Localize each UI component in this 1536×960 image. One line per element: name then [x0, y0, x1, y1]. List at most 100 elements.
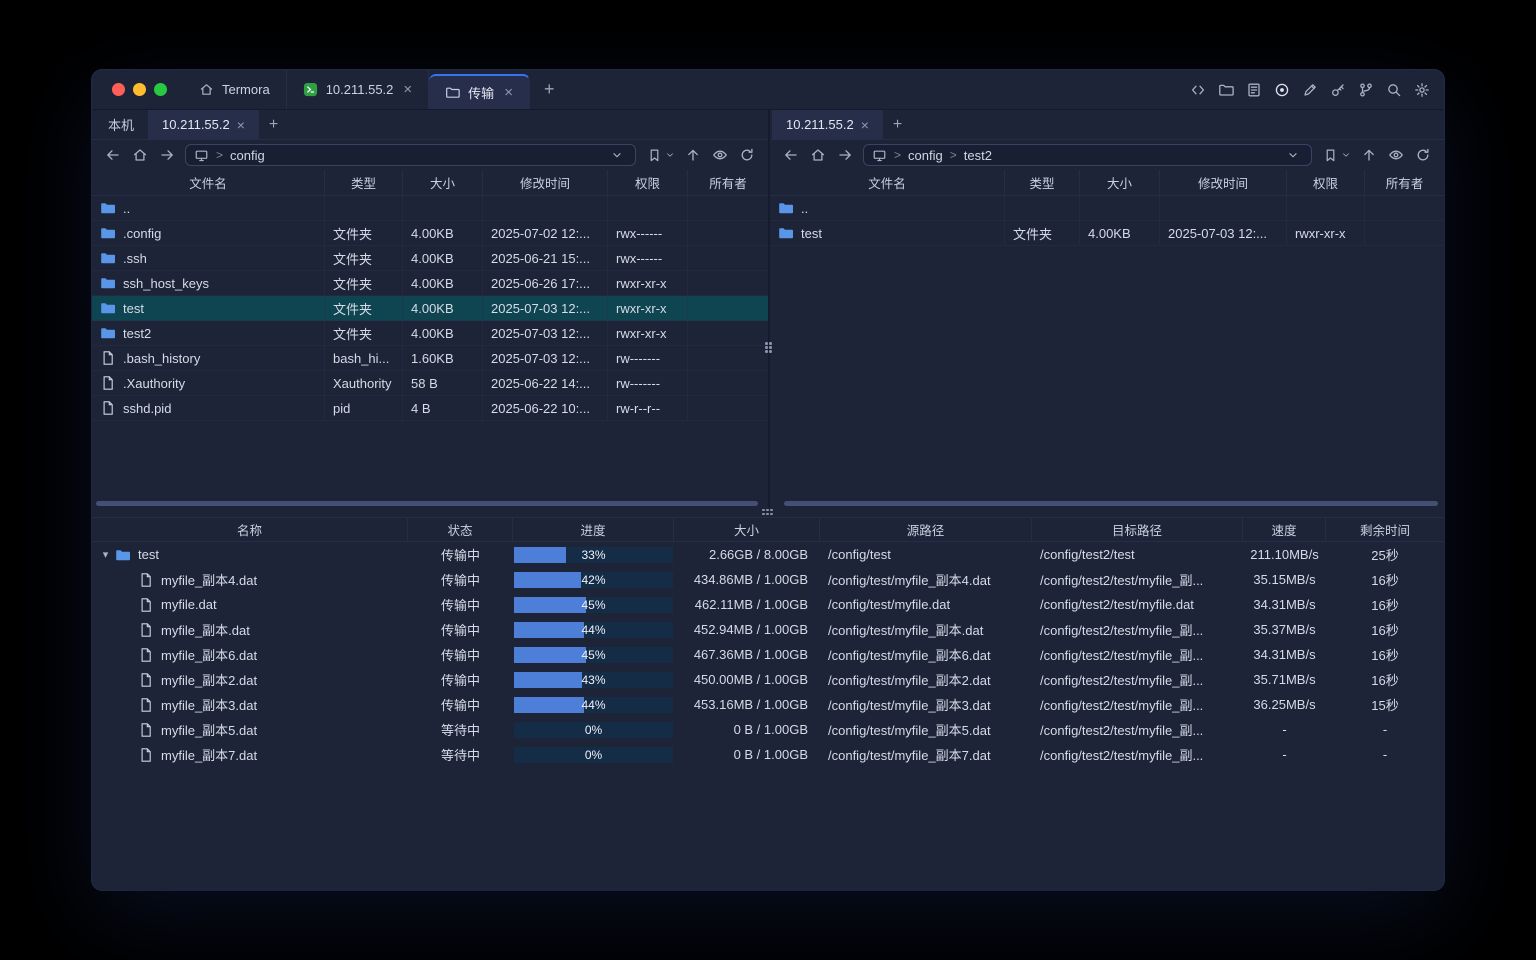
- column-header[interactable]: 源路径: [820, 518, 1032, 541]
- panel-tab-remote[interactable]: 10.211.55.2 ×: [148, 110, 259, 139]
- file-row[interactable]: ..: [92, 196, 768, 221]
- breadcrumb-segment[interactable]: config: [908, 148, 943, 163]
- transfer-row[interactable]: myfile.dat传输中45%462.11MB / 1.00GB/config…: [92, 592, 1444, 617]
- column-header[interactable]: 大小: [403, 170, 483, 195]
- column-header[interactable]: 剩余时间: [1326, 518, 1444, 541]
- column-header[interactable]: 目标路径: [1032, 518, 1243, 541]
- column-header[interactable]: 进度: [513, 518, 674, 541]
- column-header[interactable]: 修改时间: [1160, 170, 1287, 195]
- minimize-window-button[interactable]: [133, 83, 146, 96]
- tab-label: 10.211.55.2: [162, 117, 230, 132]
- file-row[interactable]: test2文件夹4.00KB2025-07-03 12:...rwxr-xr-x: [92, 321, 768, 346]
- show-hidden-files-icon[interactable]: [1387, 146, 1405, 164]
- breadcrumb-segment[interactable]: test2: [964, 148, 992, 163]
- cell-target-path: /config/test2/test/myfile_副...: [1032, 570, 1243, 589]
- folder-icon[interactable]: [1217, 82, 1234, 99]
- transfer-row[interactable]: ▾test传输中33%2.66GB / 8.00GB/config/test/c…: [92, 542, 1444, 567]
- forward-icon[interactable]: [836, 146, 854, 164]
- bookmark-icon[interactable]: [1321, 146, 1339, 164]
- parent-directory-icon[interactable]: [1360, 146, 1378, 164]
- home-icon[interactable]: [809, 146, 827, 164]
- home-icon[interactable]: [131, 146, 149, 164]
- chevron-down-icon[interactable]: ▾: [98, 548, 113, 561]
- transfer-row[interactable]: myfile_副本2.dat传输中43%450.00MB / 1.00GB/co…: [92, 667, 1444, 692]
- search-icon[interactable]: [1385, 82, 1402, 99]
- file-row[interactable]: sshd.pidpid4 B2025-06-22 10:...rw-r--r--: [92, 396, 768, 421]
- transfer-row[interactable]: myfile_副本3.dat传输中44%453.16MB / 1.00GB/co…: [92, 692, 1444, 717]
- forward-icon[interactable]: [158, 146, 176, 164]
- column-header[interactable]: 名称: [92, 518, 408, 541]
- new-panel-tab-button[interactable]: +: [883, 110, 912, 139]
- column-header[interactable]: 速度: [1243, 518, 1326, 541]
- breadcrumb-segment[interactable]: config: [230, 148, 265, 163]
- column-header[interactable]: 所有者: [688, 170, 768, 195]
- chevron-down-icon[interactable]: [610, 148, 625, 162]
- column-header[interactable]: 文件名: [770, 170, 1005, 195]
- back-icon[interactable]: [782, 146, 800, 164]
- edit-icon[interactable]: [1301, 82, 1318, 99]
- code-icon[interactable]: [1189, 82, 1206, 99]
- column-header[interactable]: 修改时间: [483, 170, 608, 195]
- column-header[interactable]: 状态: [408, 518, 513, 541]
- cell-owner: [1365, 196, 1444, 220]
- column-header[interactable]: 文件名: [92, 170, 325, 195]
- close-icon[interactable]: ×: [861, 117, 869, 133]
- key-icon[interactable]: [1329, 82, 1346, 99]
- path-breadcrumb[interactable]: > config > test2: [863, 144, 1312, 166]
- transfer-panel-divider[interactable]: [92, 508, 1444, 518]
- file-row[interactable]: test文件夹4.00KB2025-07-03 12:...rwxr-xr-x: [92, 296, 768, 321]
- horizontal-scrollbar[interactable]: [96, 501, 758, 506]
- settings-icon[interactable]: [1413, 82, 1430, 99]
- transfer-row[interactable]: myfile_副本4.dat传输中42%434.86MB / 1.00GB/co…: [92, 567, 1444, 592]
- tab-ssh-session[interactable]: 10.211.55.2 ×: [287, 70, 429, 109]
- close-window-button[interactable]: [112, 83, 125, 96]
- transfer-row[interactable]: myfile_副本6.dat传输中45%467.36MB / 1.00GB/co…: [92, 642, 1444, 667]
- log-icon[interactable]: [1245, 82, 1262, 99]
- back-icon[interactable]: [104, 146, 122, 164]
- column-header[interactable]: 大小: [1080, 170, 1160, 195]
- transfer-row[interactable]: myfile_副本.dat传输中44%452.94MB / 1.00GB/con…: [92, 617, 1444, 642]
- new-panel-tab-button[interactable]: +: [259, 110, 288, 139]
- close-icon[interactable]: ×: [403, 81, 412, 98]
- refresh-icon[interactable]: [738, 146, 756, 164]
- maximize-window-button[interactable]: [154, 83, 167, 96]
- refresh-icon[interactable]: [1414, 146, 1432, 164]
- transfer-row[interactable]: myfile_副本5.dat等待中0%0 B / 1.00GB/config/t…: [92, 717, 1444, 742]
- horizontal-scrollbar[interactable]: [784, 501, 1438, 506]
- parent-directory-icon[interactable]: [684, 146, 702, 164]
- bookmark-icon[interactable]: [645, 146, 663, 164]
- chevron-down-icon[interactable]: [665, 150, 675, 160]
- close-icon[interactable]: ×: [237, 117, 245, 133]
- file-row[interactable]: .XauthorityXauthority58 B2025-06-22 14:.…: [92, 371, 768, 396]
- column-header[interactable]: 大小: [674, 518, 820, 541]
- cell-type: 文件夹: [1005, 221, 1080, 245]
- tab-transfer[interactable]: 传输 ×: [429, 74, 530, 109]
- column-header[interactable]: 类型: [1005, 170, 1080, 195]
- file-row[interactable]: .ssh文件夹4.00KB2025-06-21 15:...rwx------: [92, 246, 768, 271]
- column-header[interactable]: 权限: [1287, 170, 1365, 195]
- new-tab-button[interactable]: +: [530, 70, 569, 109]
- column-header[interactable]: 所有者: [1365, 170, 1444, 195]
- cell-progress: 43%: [513, 672, 674, 688]
- chevron-down-icon[interactable]: [1341, 150, 1351, 160]
- file-row[interactable]: .config文件夹4.00KB2025-07-02 12:...rwx----…: [92, 221, 768, 246]
- file-row[interactable]: ..: [770, 196, 1444, 221]
- file-row[interactable]: ssh_host_keys文件夹4.00KB2025-06-26 17:...r…: [92, 271, 768, 296]
- panel-tab-remote[interactable]: 10.211.55.2 ×: [772, 110, 883, 139]
- panel-tab-local[interactable]: 本机: [94, 110, 148, 139]
- show-hidden-files-icon[interactable]: [711, 146, 729, 164]
- close-icon[interactable]: ×: [504, 84, 513, 101]
- cell-mtime: 2025-07-03 12:...: [1160, 221, 1287, 245]
- left-file-panel: 本机 10.211.55.2 × + > config: [92, 110, 768, 508]
- cell-type: 文件夹: [325, 221, 403, 245]
- record-icon[interactable]: [1273, 82, 1290, 99]
- file-row[interactable]: test文件夹4.00KB2025-07-03 12:...rwxr-xr-x: [770, 221, 1444, 246]
- branch-icon[interactable]: [1357, 82, 1374, 99]
- column-header[interactable]: 类型: [325, 170, 403, 195]
- path-breadcrumb[interactable]: > config: [185, 144, 636, 166]
- file-row[interactable]: .bash_historybash_hi...1.60KB2025-07-03 …: [92, 346, 768, 371]
- column-header[interactable]: 权限: [608, 170, 688, 195]
- chevron-down-icon[interactable]: [1286, 148, 1301, 162]
- transfer-row[interactable]: myfile_副本7.dat等待中0%0 B / 1.00GB/config/t…: [92, 742, 1444, 767]
- tab-termora-home[interactable]: Termora: [183, 70, 287, 109]
